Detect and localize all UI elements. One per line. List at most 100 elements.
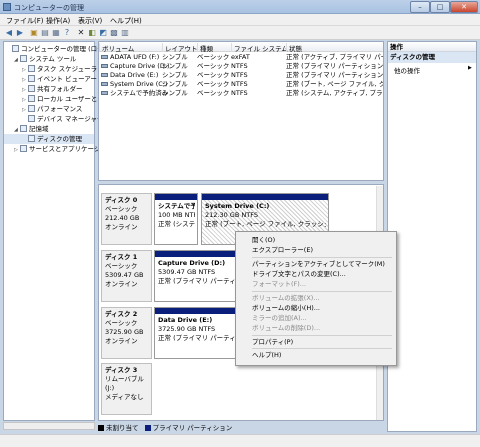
legend-primary-swatch: [144, 425, 151, 431]
menu-action[interactable]: 操作(A): [46, 16, 70, 26]
legend-primary-label: プライマリ パーティション: [152, 424, 233, 432]
tree-node-icon: [20, 125, 27, 132]
volume-row[interactable]: System Drive (C:) シンプル ベーシック NTFS 正常 (ブート, ペ…: [99, 80, 383, 89]
context-menu-item[interactable]: ドライブ文字とパスの変更(C)...: [252, 269, 346, 279]
context-menu: 開く(O) エクスプローラー(E) パーティションをアクティブとしてマーク(M) ドラ…: [235, 231, 397, 366]
column-filesystem[interactable]: ファイル システム: [231, 43, 288, 53]
disk-row: ディスク 3 リムーバブル (J:) メディアなし: [101, 363, 383, 415]
status-bar: [0, 434, 480, 447]
context-menu-item[interactable]: ボリュームの縮小(H)...: [252, 303, 320, 313]
volume-cell: 正常 (プライマリ パーティション): [286, 62, 384, 71]
context-menu-item[interactable]: 開く(O): [252, 235, 275, 245]
tree-item-label: 記憶域: [29, 125, 49, 133]
context-menu-item[interactable]: ボリュームの削除(D)...: [252, 323, 320, 333]
context-menu-item[interactable]: ヘルプ(H): [252, 350, 281, 360]
column-volume[interactable]: ボリューム: [99, 43, 134, 53]
menu-view[interactable]: 表示(V): [78, 16, 102, 26]
cell-text: システムで予約済み: [110, 89, 169, 97]
tree-item-label: コンピューターの管理 (ローカ: [21, 45, 111, 53]
tree-item[interactable]: ▷ 共有フォルダー: [4, 84, 94, 94]
tree-item[interactable]: ◢ 記憶域: [4, 124, 94, 134]
legend-unallocated-swatch: [98, 425, 104, 431]
disk-info[interactable]: ディスク 3 リムーバブル (J:) メディアなし: [101, 363, 152, 415]
export-icon[interactable]: ◧: [87, 28, 97, 38]
tree-item[interactable]: ▷ サービスとアプリケーション: [4, 144, 113, 154]
disk-state: オンライン: [105, 280, 138, 288]
tree-item[interactable]: ◢ システム ツール: [4, 54, 94, 64]
tree-item[interactable]: ▷ イベント ビューアー: [4, 74, 97, 84]
disk-info[interactable]: ディスク 0 ベーシック 212.40 GB オンライン: [101, 193, 152, 245]
properties-icon[interactable]: ▦: [51, 28, 61, 38]
volume-row[interactable]: Capture Drive (D:) シンプル ベーシック NTFS 正常 (プライマリ…: [99, 62, 384, 71]
volume-cell: ADATA UFD (F:): [101, 53, 159, 62]
delete-icon[interactable]: ✕: [76, 28, 86, 38]
minimize-button[interactable]: –: [410, 1, 430, 13]
context-menu-item[interactable]: ミラーの追加(A)...: [252, 313, 307, 323]
volume-cell: 正常 (アクティブ, プライマリ パー: [286, 53, 383, 62]
view-icon[interactable]: ▥: [120, 28, 130, 38]
actions-more-operations[interactable]: 他の操作: [394, 65, 420, 75]
volume-cell: Data Drive (E:): [101, 71, 158, 80]
volume-cell: System Drive (C:): [101, 80, 168, 89]
column-type[interactable]: 種類: [197, 43, 213, 53]
cell-text: ベーシック: [197, 80, 230, 88]
column-layout[interactable]: レイアウト: [162, 43, 198, 53]
tree-item[interactable]: デバイス マネージャー: [4, 114, 103, 124]
partition-status: 正常 (ブート, ページ ファイル, クラッシュ ダ: [205, 220, 326, 228]
legend: 未割り当て プライマリ パーティション: [98, 422, 384, 432]
tree-node-icon: [28, 95, 35, 102]
title-bar: コンピューターの管理 – □ ✕: [0, 0, 480, 14]
cell-text: 正常 (プライマリ パーティション): [286, 71, 384, 79]
disk-info[interactable]: ディスク 1 ベーシック 5309.47 GB オンライン: [101, 250, 152, 302]
up-folder-icon[interactable]: ▣: [29, 28, 39, 38]
console-tree-icon[interactable]: ▤: [40, 28, 50, 38]
refresh-icon[interactable]: ◩: [98, 28, 108, 38]
actions-header: 操作: [388, 42, 476, 52]
volume-row[interactable]: システムで予約済み シンプル ベーシック NTFS 正常 (システム, アクティブ, プ…: [99, 89, 383, 98]
context-menu-item[interactable]: ボリュームの拡張(X)...: [252, 293, 320, 303]
menu-file[interactable]: ファイル(F): [6, 16, 44, 26]
close-button[interactable]: ✕: [450, 1, 478, 13]
volume-icon: [101, 73, 108, 77]
settings-icon[interactable]: ▩: [109, 28, 119, 38]
forward-arrow-icon[interactable]: ▶: [15, 28, 25, 38]
menu-help[interactable]: ヘルプ(H): [110, 16, 142, 26]
console-tree[interactable]: コンピューターの管理 (ローカ ◢ システム ツール ▷ タスク スケジューラ ▷ イベント…: [3, 41, 113, 421]
help-icon[interactable]: ?: [62, 28, 72, 38]
maximize-button[interactable]: □: [430, 1, 450, 13]
cell-text: NTFS: [231, 89, 248, 97]
tree-item[interactable]: ▷ タスク スケジューラ: [4, 64, 97, 74]
context-menu-item[interactable]: フォーマット(F)...: [252, 279, 306, 289]
volume-cell: ベーシック: [197, 80, 229, 89]
cell-text: exFAT: [231, 53, 250, 61]
context-menu-item[interactable]: エクスプローラー(E): [252, 245, 313, 255]
tree-node-icon: [28, 75, 35, 82]
cell-text: Capture Drive (D:): [110, 62, 170, 70]
disk-size: 212.40 GB: [105, 214, 140, 222]
partition-block[interactable]: システムで予約100 MB NTFS正常 (システム,: [154, 193, 198, 245]
tree-item[interactable]: ディスクの管理: [4, 134, 94, 144]
tree-item[interactable]: ▷ ローカル ユーザーとグ: [4, 94, 104, 104]
volume-icon: [101, 82, 108, 86]
cell-text: ベーシック: [197, 89, 230, 97]
cell-text: NTFS: [231, 71, 248, 79]
cell-text: シンプル: [162, 53, 188, 61]
volume-cell: Capture Drive (D:): [101, 62, 170, 71]
volume-row[interactable]: Data Drive (E:) シンプル ベーシック NTFS 正常 (プライマリ パー…: [99, 71, 384, 80]
volume-row[interactable]: ADATA UFD (F:) シンプル ベーシック exFAT 正常 (アクティブ, プ…: [99, 53, 383, 62]
cell-text: 正常 (プライマリ パーティション): [286, 62, 384, 70]
disk-info[interactable]: ディスク 2 ベーシック 3725.90 GB オンライン: [101, 307, 152, 359]
actions-section-disk-management[interactable]: ディスクの管理: [388, 52, 476, 63]
tree-item[interactable]: コンピューターの管理 (ローカ: [4, 44, 110, 54]
context-menu-item[interactable]: プロパティ(P): [252, 337, 293, 347]
tree-horizontal-scrollbar[interactable]: [3, 422, 95, 430]
back-arrow-icon[interactable]: ◀: [4, 28, 14, 38]
tree-item[interactable]: ▷ パフォーマンス: [4, 104, 94, 114]
volume-cell: NTFS: [231, 71, 248, 80]
cell-text: Data Drive (E:): [110, 71, 159, 79]
legend-unallocated-label: 未割り当て: [106, 424, 139, 432]
tree-node-icon: [28, 85, 35, 92]
column-status[interactable]: 状態: [286, 43, 302, 53]
cell-text: System Drive (C:): [110, 80, 168, 88]
context-menu-item[interactable]: パーティションをアクティブとしてマーク(M): [252, 259, 385, 269]
